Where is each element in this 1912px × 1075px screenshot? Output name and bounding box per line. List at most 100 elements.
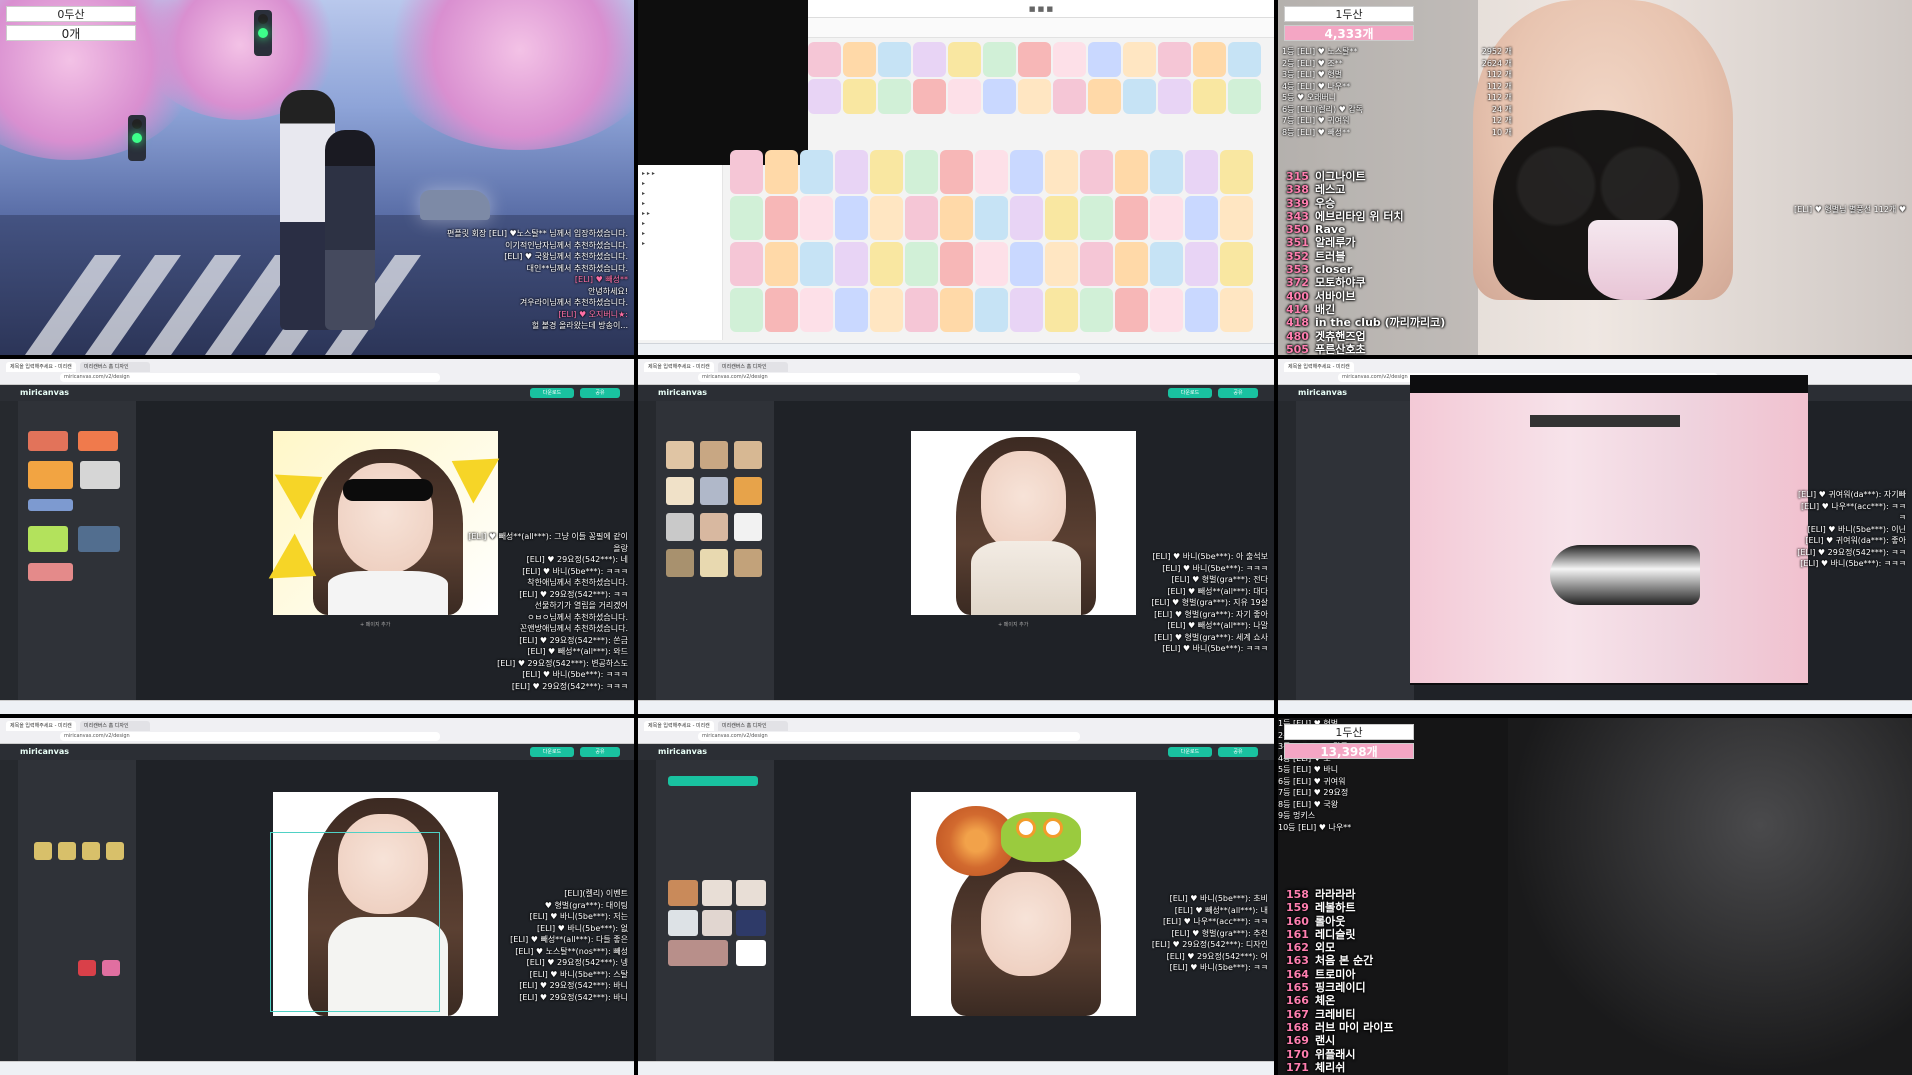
windows-taskbar[interactable]: [638, 700, 1274, 714]
element-thumb[interactable]: [734, 441, 762, 469]
sticker-file-thumb[interactable]: [1053, 79, 1086, 114]
text-sticker[interactable]: [28, 461, 73, 489]
editor-tool-rail[interactable]: [0, 760, 18, 1061]
editor-side-panel[interactable]: [656, 401, 774, 700]
editor-logo[interactable]: miricanvas: [1298, 388, 1347, 397]
sticker-file-thumb[interactable]: [1123, 79, 1156, 114]
sticker-file-thumb[interactable]: [1080, 242, 1113, 286]
sticker-file-thumb[interactable]: [1045, 242, 1078, 286]
windows-taskbar[interactable]: [1278, 700, 1912, 714]
sticker-file-thumb[interactable]: [948, 42, 981, 77]
sticker-file-thumb[interactable]: [1150, 196, 1183, 240]
sticker-file-thumb[interactable]: [1185, 150, 1218, 194]
editor-logo[interactable]: miricanvas: [20, 388, 69, 397]
sticker-file-thumb[interactable]: [1080, 150, 1113, 194]
sticker-file-thumb[interactable]: [1150, 150, 1183, 194]
selection-box[interactable]: [270, 832, 440, 1012]
editor-tool-rail[interactable]: [638, 760, 656, 1061]
sticker-file-thumb[interactable]: [1228, 42, 1261, 77]
sticker-file-thumb[interactable]: [1185, 196, 1218, 240]
snail-eye-sticker[interactable]: [1016, 818, 1036, 838]
text-sticker[interactable]: [80, 461, 120, 489]
sticker-file-thumb[interactable]: [948, 79, 981, 114]
sticker-file-thumb[interactable]: [730, 288, 763, 332]
sticker-file-thumb[interactable]: [1053, 42, 1086, 77]
sticker-file-thumb[interactable]: [835, 242, 868, 286]
sticker-file-thumb[interactable]: [1045, 150, 1078, 194]
browser-tab[interactable]: 미리캔버스 홈 디자인: [80, 362, 150, 372]
browser-tab[interactable]: 제목을 입력해주세요 - 미리캔: [644, 721, 714, 731]
download-button[interactable]: 다운로드: [1168, 388, 1212, 398]
sticker-file-thumb[interactable]: [870, 288, 903, 332]
editor-tool-rail[interactable]: [0, 401, 18, 700]
element-thumb[interactable]: [734, 477, 762, 505]
sticker-file-thumb[interactable]: [983, 79, 1016, 114]
browser-tab[interactable]: 미리캔버스 홈 디자인: [718, 362, 788, 372]
sunglasses-sticker[interactable]: [343, 479, 433, 501]
sticker-file-thumb[interactable]: [765, 288, 798, 332]
sticker-file-thumb[interactable]: [1158, 42, 1191, 77]
text-sticker[interactable]: [28, 526, 68, 552]
editor-tool-rail[interactable]: [638, 401, 656, 700]
sticker-file-thumb[interactable]: [1220, 242, 1253, 286]
sticker-file-thumb[interactable]: [1228, 79, 1261, 114]
bow-sticker[interactable]: [102, 960, 120, 976]
sticker-file-thumb[interactable]: [1080, 196, 1113, 240]
sticker-file-thumb[interactable]: [1123, 42, 1156, 77]
sticker-file-thumb[interactable]: [800, 196, 833, 240]
sticker-file-thumb[interactable]: [975, 288, 1008, 332]
sticker-file-thumb[interactable]: [808, 79, 841, 114]
sticker-file-thumb[interactable]: [843, 42, 876, 77]
editor-logo[interactable]: miricanvas: [658, 388, 707, 397]
sticker-file-thumb[interactable]: [870, 196, 903, 240]
sticker-file-thumb[interactable]: [1080, 288, 1113, 332]
snail-body-sticker[interactable]: [1001, 812, 1081, 862]
sticker-file-thumb[interactable]: [1115, 150, 1148, 194]
editor-logo[interactable]: miricanvas: [658, 747, 707, 756]
sticker-file-thumb[interactable]: [1115, 242, 1148, 286]
sticker-file-thumb[interactable]: [975, 242, 1008, 286]
sticker-file-thumb[interactable]: [1185, 242, 1218, 286]
image-thumb[interactable]: [668, 910, 698, 936]
sticker-file-thumb[interactable]: [1010, 242, 1043, 286]
element-thumb[interactable]: [666, 441, 694, 469]
element-thumb[interactable]: [700, 549, 728, 577]
sticker-file-thumb[interactable]: [1045, 288, 1078, 332]
sticker-file-thumb[interactable]: [1158, 79, 1191, 114]
sticker-file-thumb[interactable]: [1010, 196, 1043, 240]
text-sticker[interactable]: [78, 526, 120, 552]
browser-tab[interactable]: 제목을 입력해주세요 - 미리캔: [6, 362, 76, 372]
sticker-file-thumb[interactable]: [1220, 288, 1253, 332]
sticker-file-thumb[interactable]: [1018, 42, 1051, 77]
sticker-file-thumb[interactable]: [1220, 196, 1253, 240]
sticker-file-thumb[interactable]: [835, 288, 868, 332]
browser-tab[interactable]: 미리캔버스 홈 디자인: [80, 721, 150, 731]
sticker-file-thumb[interactable]: [730, 196, 763, 240]
sticker-file-thumb[interactable]: [870, 150, 903, 194]
element-thumb[interactable]: [734, 513, 762, 541]
text-sticker[interactable]: [78, 431, 118, 451]
sticker-file-thumb[interactable]: [1220, 150, 1253, 194]
editor-side-panel[interactable]: [18, 401, 136, 700]
sticker-file-thumb[interactable]: [835, 196, 868, 240]
sticker-file-thumb[interactable]: [1088, 42, 1121, 77]
heart-sticker[interactable]: [78, 960, 96, 976]
sticker-file-thumb[interactable]: [1010, 150, 1043, 194]
upload-button[interactable]: [668, 776, 758, 786]
sticker-file-thumb[interactable]: [1088, 79, 1121, 114]
sticker-file-thumb[interactable]: [843, 79, 876, 114]
image-thumb[interactable]: [736, 910, 766, 936]
sticker-file-thumb[interactable]: [1010, 288, 1043, 332]
effect-thumb[interactable]: [82, 842, 100, 860]
sticker-file-thumb[interactable]: [940, 288, 973, 332]
download-button[interactable]: 다운로드: [1168, 747, 1212, 757]
sticker-file-thumb[interactable]: [913, 79, 946, 114]
windows-taskbar[interactable]: [638, 1061, 1274, 1075]
sticker-file-thumb[interactable]: [1045, 196, 1078, 240]
sticker-file-thumb[interactable]: [975, 150, 1008, 194]
image-thumb[interactable]: [736, 880, 766, 906]
add-page-button[interactable]: + 페이지 추가: [360, 621, 390, 628]
sticker-file-thumb[interactable]: [1150, 288, 1183, 332]
design-canvas[interactable]: [911, 431, 1136, 615]
address-bar[interactable]: miricanvas.com/v2/design: [60, 373, 441, 382]
